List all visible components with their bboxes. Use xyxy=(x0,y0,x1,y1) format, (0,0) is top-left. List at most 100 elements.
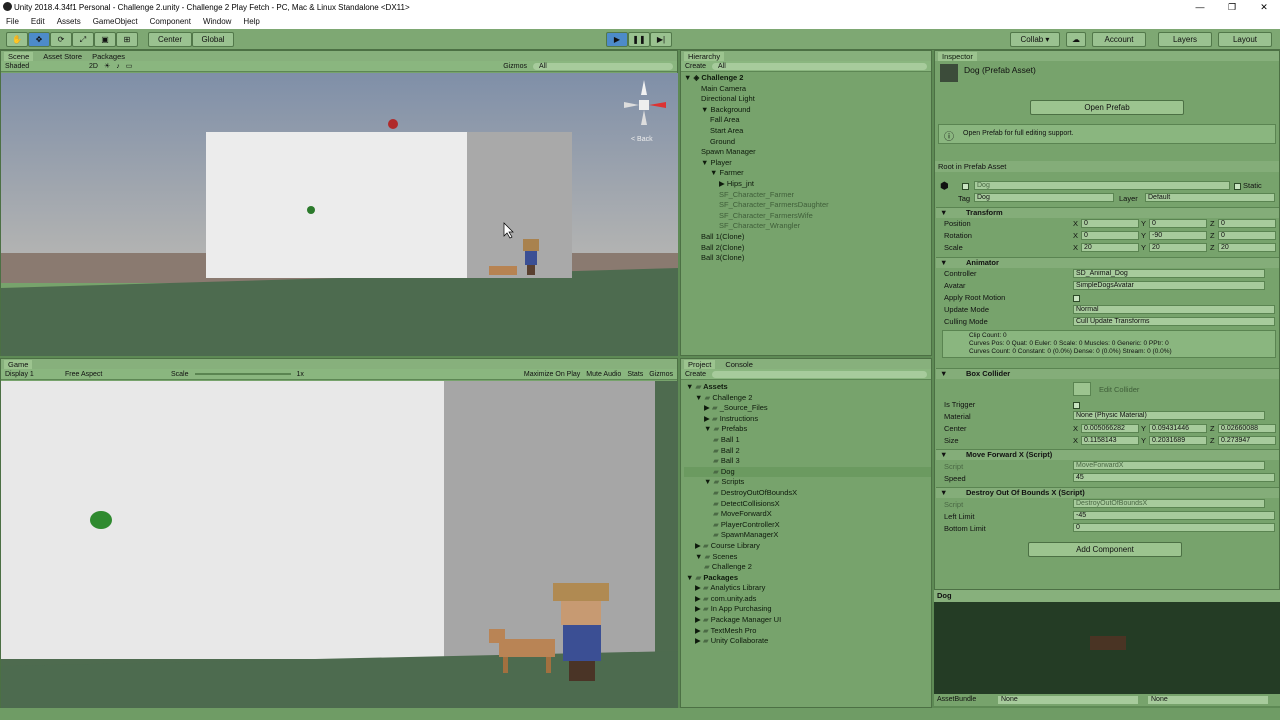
minimize-button[interactable]: — xyxy=(1184,2,1216,12)
tree-arrow-icon[interactable]: ▶ xyxy=(695,604,703,613)
hierarchy-item[interactable]: ▼ Farmer xyxy=(684,168,931,179)
preview-viewport[interactable] xyxy=(934,602,1280,694)
assetbundle-name-dropdown[interactable]: None xyxy=(998,696,1138,704)
project-item[interactable]: ▶ ▰ Package Manager UI xyxy=(684,615,931,626)
collapse-arrow-icon[interactable]: ▶ xyxy=(719,179,727,188)
assetbundle-variant-dropdown[interactable]: None xyxy=(1148,696,1268,704)
game-viewport[interactable] xyxy=(1,381,678,708)
project-item[interactable]: ▰ PlayerControllerX xyxy=(684,520,931,531)
box-center-y-field[interactable]: 0.09431446 xyxy=(1149,424,1207,433)
box-size-x-field[interactable]: 0.1158143 xyxy=(1081,436,1139,445)
hierarchy-item[interactable]: Ball 1(Clone) xyxy=(684,232,931,243)
component-fold-icon[interactable]: ▼ xyxy=(940,208,947,218)
shading-dropdown[interactable]: Shaded xyxy=(5,63,83,70)
maximize-on-play-toggle[interactable]: Maximize On Play xyxy=(524,371,580,378)
tree-arrow-icon[interactable]: ▶ xyxy=(704,403,712,412)
tab-game[interactable]: Game xyxy=(4,359,33,369)
expand-arrow-icon[interactable]: ▼ xyxy=(701,158,711,167)
menu-component[interactable]: Component xyxy=(144,17,197,26)
tree-arrow-icon[interactable]: ▶ xyxy=(695,594,703,603)
hierarchy-item[interactable]: ▼ Player xyxy=(684,158,931,169)
tree-arrow-icon[interactable]: ▼ xyxy=(695,552,705,561)
hierarchy-item[interactable]: ▼ Background xyxy=(684,105,931,116)
project-item[interactable]: ▰ DestroyOutOfBoundsX xyxy=(684,488,931,499)
open-prefab-button[interactable]: Open Prefab xyxy=(1030,100,1184,115)
menu-window[interactable]: Window xyxy=(197,17,237,26)
pause-button[interactable]: ❚❚ xyxy=(628,32,650,47)
step-button[interactable]: ▶| xyxy=(650,32,672,47)
hierarchy-item[interactable]: Ground xyxy=(684,137,931,148)
project-item[interactable]: ▶ ▰ In App Purchasing xyxy=(684,604,931,615)
rotate-tool-icon[interactable]: ⟳ xyxy=(50,32,72,47)
active-checkbox[interactable] xyxy=(962,181,971,190)
project-item[interactable]: ▶ ▰ com.unity.ads xyxy=(684,594,931,605)
tab-project[interactable]: Project xyxy=(684,359,716,369)
gizmos-dropdown[interactable]: Gizmos xyxy=(503,63,527,70)
project-item[interactable]: ▶ ▰ TextMesh Pro xyxy=(684,626,931,637)
menu-gameobject[interactable]: GameObject xyxy=(87,17,144,26)
project-item[interactable]: ▰ Dog xyxy=(684,466,931,478)
hierarchy-item[interactable]: ▶ Hips_jnt xyxy=(684,179,931,190)
hierarchy-item[interactable]: Ball 2(Clone) xyxy=(684,243,931,254)
tab-scene[interactable]: Scene xyxy=(4,51,34,61)
hand-tool-icon[interactable]: ✋ xyxy=(6,32,28,47)
layer-dropdown[interactable]: Default xyxy=(1145,193,1275,202)
speed-field[interactable]: 45 xyxy=(1073,473,1275,482)
transform-y-field[interactable]: 0 xyxy=(1149,219,1207,228)
hierarchy-item[interactable]: SF_Character_Farmer xyxy=(684,190,931,201)
game-gizmos-dropdown[interactable]: Gizmos xyxy=(649,371,673,378)
box-size-y-field[interactable]: 0.2031689 xyxy=(1149,436,1207,445)
hierarchy-search-input[interactable]: All xyxy=(712,62,927,70)
layout-dropdown[interactable]: Layout xyxy=(1218,32,1272,47)
close-button[interactable]: ✕ xyxy=(1248,2,1280,13)
project-item[interactable]: ▰ Ball 3 xyxy=(684,456,931,467)
hierarchy-item[interactable]: Start Area xyxy=(684,126,931,137)
tree-arrow-icon[interactable]: ▼ xyxy=(695,393,705,402)
tab-packages[interactable]: Packages xyxy=(92,52,125,61)
menu-file[interactable]: File xyxy=(0,17,25,26)
stats-toggle[interactable]: Stats xyxy=(627,371,643,378)
project-item[interactable]: ▰ SpawnManagerX xyxy=(684,530,931,541)
mute-audio-toggle[interactable]: Mute Audio xyxy=(586,371,621,378)
transform-y-field[interactable]: -90 xyxy=(1149,231,1207,240)
tree-arrow-icon[interactable]: ▶ xyxy=(704,414,712,423)
component-fold-icon[interactable]: ▼ xyxy=(940,258,947,268)
transform-x-field[interactable]: 0 xyxy=(1081,219,1139,228)
tree-arrow-icon[interactable]: ▼ xyxy=(686,573,696,582)
box-collider-header[interactable]: Box Collider ▼ xyxy=(936,368,1279,379)
project-item[interactable]: ▼ ▰ Challenge 2 xyxy=(684,393,931,404)
pivot-center-button[interactable]: Center xyxy=(148,32,192,47)
scale-slider[interactable] xyxy=(194,373,291,375)
hierarchy-item[interactable]: SF_Character_Wrangler xyxy=(684,221,931,232)
controller-field[interactable]: SD_Animal_Dog xyxy=(1073,269,1265,278)
lighting-icon[interactable]: ☀ xyxy=(104,62,110,70)
play-button[interactable]: ▶ xyxy=(606,32,628,47)
project-create-dropdown[interactable]: Create xyxy=(685,371,706,378)
gizmo-back-label[interactable]: < Back xyxy=(631,136,653,143)
tree-arrow-icon[interactable]: ▶ xyxy=(695,583,703,592)
hierarchy-item[interactable]: Main Camera xyxy=(684,84,931,95)
project-item[interactable]: ▶ ▰ Course Library xyxy=(684,541,931,552)
hierarchy-item[interactable]: Fall Area xyxy=(684,115,931,126)
menu-assets[interactable]: Assets xyxy=(51,17,87,26)
project-item[interactable]: ▰ DetectCollisionsX xyxy=(684,499,931,510)
project-search-input[interactable] xyxy=(712,370,927,378)
hierarchy-item[interactable]: Directional Light xyxy=(684,94,931,105)
tab-hierarchy[interactable]: Hierarchy xyxy=(684,51,725,61)
tree-arrow-icon[interactable]: ▶ xyxy=(695,541,703,550)
scene-root-item[interactable]: ▼ ◈ Challenge 2 xyxy=(684,73,931,84)
transform-tool-icon[interactable]: ⊞ xyxy=(116,32,138,47)
tab-asset-store[interactable]: Asset Store xyxy=(43,52,82,61)
rect-tool-icon[interactable]: ▣ xyxy=(94,32,116,47)
tree-arrow-icon[interactable]: ▶ xyxy=(695,626,703,635)
apply-root-motion-checkbox[interactable] xyxy=(1073,293,1082,302)
space-global-button[interactable]: Global xyxy=(192,32,234,47)
project-item[interactable]: ▰ MoveForwardX xyxy=(684,509,931,520)
component-fold-icon[interactable]: ▼ xyxy=(940,369,947,379)
scene-search-input[interactable]: All xyxy=(533,62,673,70)
aspect-dropdown[interactable]: Free Aspect xyxy=(65,371,165,378)
collab-button[interactable]: Collab ▾ xyxy=(1010,32,1060,47)
tree-arrow-icon[interactable]: ▼ xyxy=(686,382,696,391)
menu-edit[interactable]: Edit xyxy=(25,17,51,26)
account-dropdown[interactable]: Account xyxy=(1092,32,1146,47)
